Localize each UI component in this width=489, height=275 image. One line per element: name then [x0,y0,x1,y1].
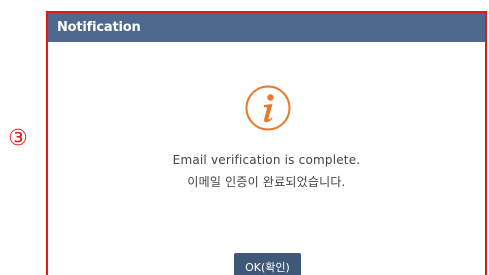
step-marker: ③ [8,126,28,151]
dialog-body: Email verification is complete. 이메일 인증이 … [48,42,485,275]
message-korean: 이메일 인증이 완료되었습니다. [187,175,346,189]
dialog-title: Notification [57,20,141,35]
info-icon [245,85,291,131]
dialog-titlebar: Notification [48,13,485,42]
page: ③ Notification Email verification is com… [0,0,489,275]
ok-button[interactable]: OK(확인) [234,253,301,275]
message-english: Email verification is complete. [172,153,361,167]
notification-dialog: Notification Email verification is compl… [48,13,485,275]
